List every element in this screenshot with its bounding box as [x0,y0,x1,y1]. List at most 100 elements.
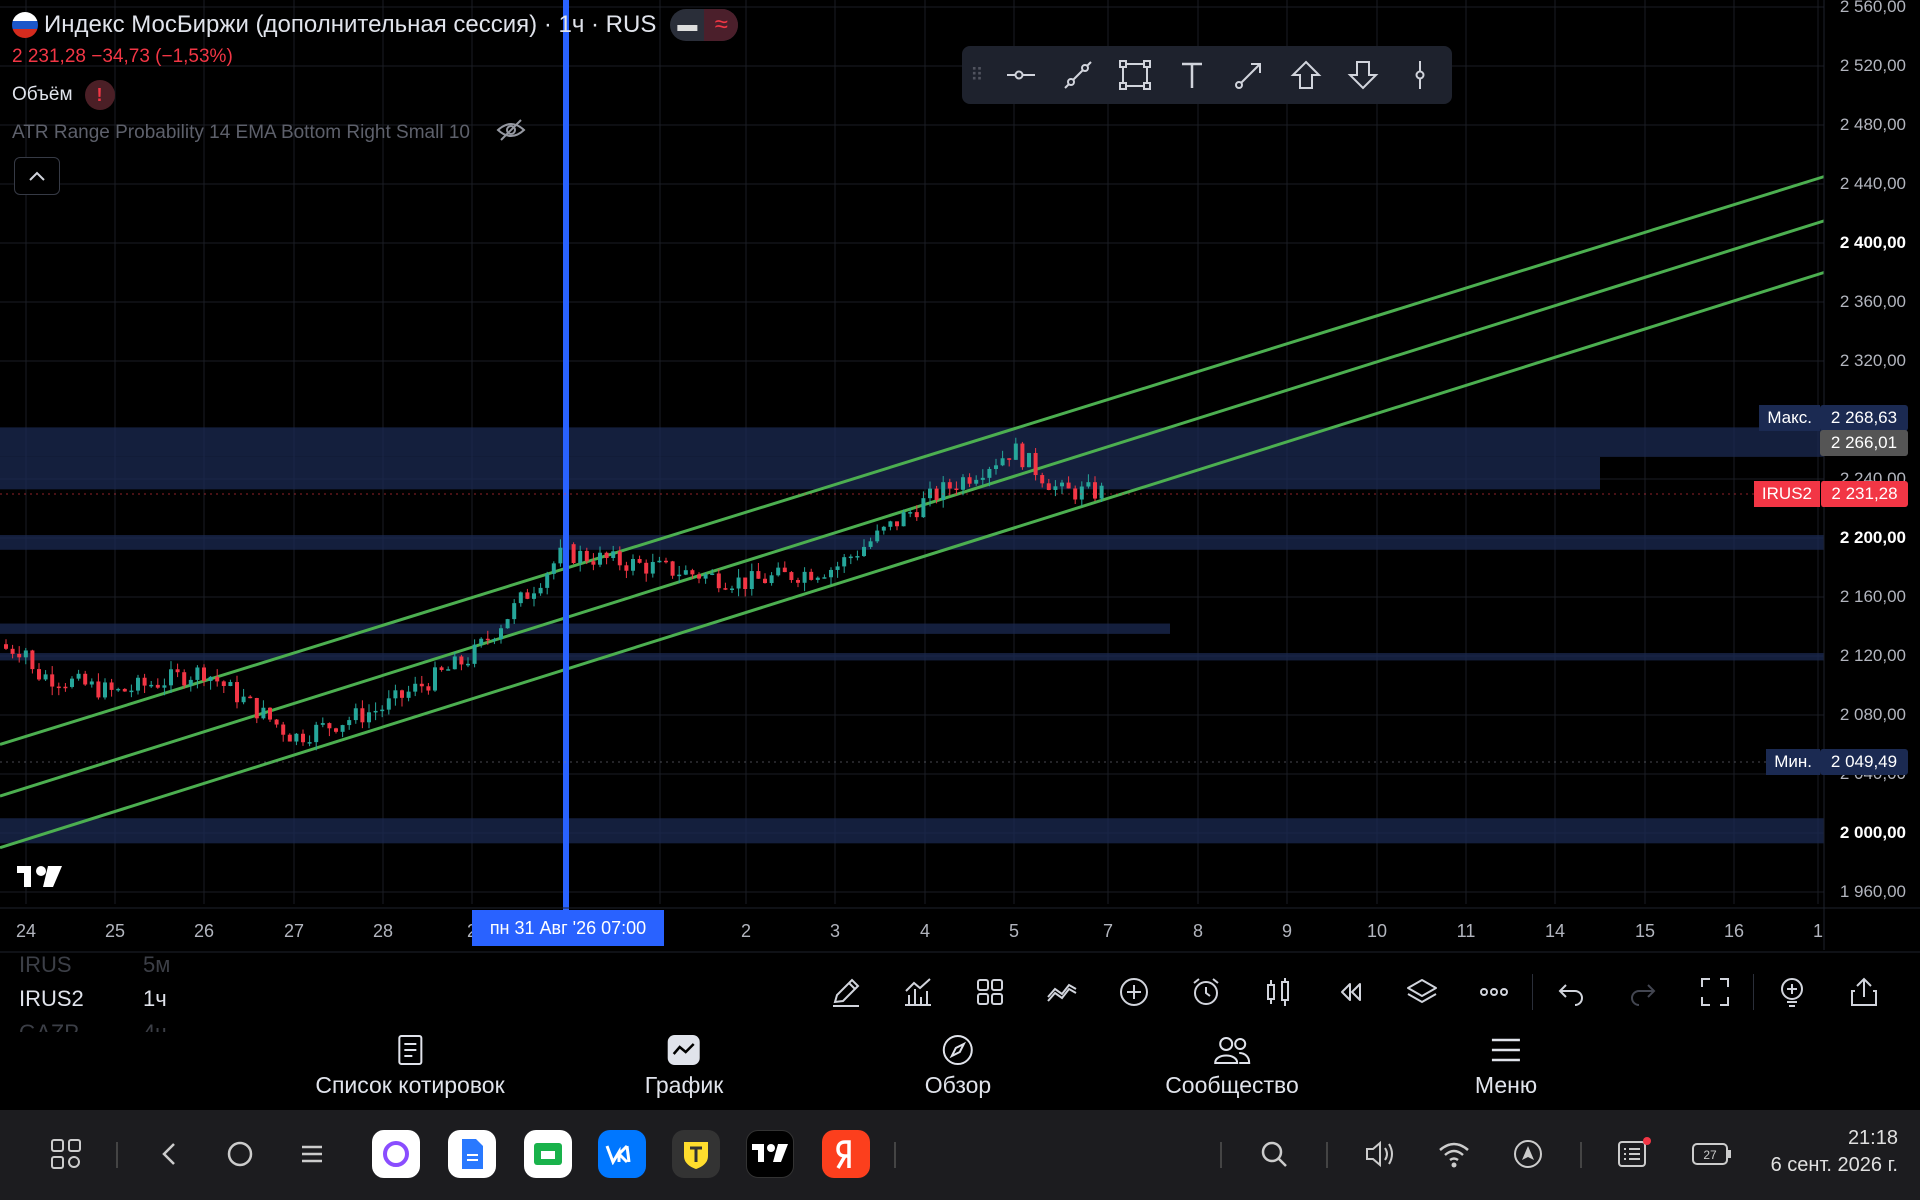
volume-indicator-row[interactable]: Объём ! [12,80,738,110]
candle-body [756,571,761,579]
candle-body [782,567,787,573]
candle-body [644,562,649,574]
price-axis-label: 2 160,00 [1839,587,1906,606]
candle-body [697,574,701,579]
redo-button[interactable] [1607,962,1679,1022]
time-axis-label: 14 [1544,921,1566,941]
text-tool[interactable] [1163,46,1220,104]
candle-body [736,577,741,589]
candle-body [1033,453,1038,476]
arrow-up-icon [1290,60,1321,89]
recents-button[interactable] [288,1130,336,1178]
chart-toolbar [810,962,1900,1022]
home-button[interactable] [216,1130,264,1178]
redo-icon [1631,984,1656,1006]
trend-line-tool[interactable] [1049,46,1106,104]
nav-chart[interactable]: График [645,1032,723,1099]
channel-line[interactable] [0,271,1825,850]
symbol-title[interactable]: Индекс МосБиржи (дополнительная сессия) … [44,11,656,39]
nav-menu[interactable]: Меню [1475,1032,1537,1099]
zoom-in-button[interactable] [1756,962,1828,1022]
vertical-line-tool[interactable] [1391,46,1448,104]
watchlist-picker[interactable]: IRUS5м IRUS21ч GAZP4ч [0,948,240,1032]
wifi-button[interactable] [1430,1130,1478,1178]
draw-button[interactable] [810,962,882,1022]
candle-body [202,667,206,681]
share-button[interactable] [1828,962,1900,1022]
volume-icon [1366,1140,1393,1168]
candle-body [512,603,517,620]
system-clock[interactable]: 21:18 6 сент. 2026 г. [1771,1127,1898,1177]
presentation-app-icon[interactable] [524,1130,572,1178]
candle-body [155,684,160,688]
nav-community[interactable]: Сообщество [1165,1032,1299,1099]
nav-overview[interactable]: Обзор [925,1032,991,1099]
channel-line[interactable] [0,219,1825,798]
candle-body [538,587,543,594]
candle-body [261,707,266,719]
atr-indicator-row[interactable]: ATR Range Probability 14 EMA Bottom Righ… [12,118,738,148]
candle-body [650,561,655,574]
candle-body [492,639,497,641]
candle-body [254,697,259,719]
candle-body [809,571,814,580]
status-pill[interactable]: ▬ ≈ [670,9,739,41]
drag-handle-icon[interactable]: ⠿ [962,65,992,86]
watchlist-item[interactable]: GAZP4ч [0,1016,240,1032]
fullscreen-button[interactable] [1679,962,1751,1022]
alert-button[interactable] [1170,962,1242,1022]
templates-button[interactable] [954,962,1026,1022]
candle-body [802,571,807,583]
collapse-legend-button[interactable] [14,157,60,195]
layers-button[interactable] [1386,962,1458,1022]
navigation-icon [1514,1140,1542,1168]
horizontal-ray-tool[interactable] [992,46,1049,104]
candle-body [426,686,431,691]
search-button[interactable] [1250,1130,1298,1178]
rectangle-tool[interactable] [1106,46,1163,104]
candle-body [532,593,536,599]
arrow-up-tool[interactable] [1277,46,1334,104]
watchlist-item[interactable]: IRUS 5м [0,948,240,982]
undo-button[interactable] [1535,962,1607,1022]
docs-app-icon[interactable] [448,1130,496,1178]
eye-hidden-icon[interactable] [496,118,526,148]
notifications-button[interactable] [1610,1130,1658,1178]
chart-type-button[interactable] [1242,962,1314,1022]
compare-button[interactable] [1026,962,1098,1022]
alice-app-icon[interactable] [372,1130,420,1178]
candle-body [142,677,147,686]
tbank-app-icon[interactable] [672,1130,720,1178]
candle-body [149,684,154,687]
price-axis-label: 2 520,00 [1839,56,1906,75]
candle-body [584,550,589,562]
watchlist-item-active[interactable]: IRUS2 1ч [0,982,240,1016]
candle-body [974,479,979,484]
candle-body [17,653,22,658]
candle-body [690,570,695,575]
battery-icon: 27 [1692,1143,1731,1165]
candle-body [624,565,629,571]
candle-body [195,667,200,680]
volume-button[interactable] [1356,1130,1404,1178]
yandex-app-icon[interactable] [822,1130,870,1178]
nav-quotes[interactable]: Список котировок [315,1032,505,1099]
location-button[interactable] [1504,1130,1552,1178]
tradingview-app-icon[interactable] [746,1130,794,1178]
arrow-tool[interactable] [1220,46,1277,104]
app-grid-button[interactable] [42,1130,90,1178]
add-symbol-button[interactable] [1098,962,1170,1022]
candle-body [842,557,847,567]
vk-app-icon[interactable] [598,1130,646,1178]
candle-body [235,682,239,703]
candle-body [136,677,140,691]
battery-indicator[interactable]: 27 [1684,1130,1740,1178]
more-button[interactable] [1458,962,1530,1022]
indicators-button[interactable] [882,962,954,1022]
symbol-title-row[interactable]: Индекс МосБиржи (дополнительная сессия) … [12,8,739,42]
arrow-down-tool[interactable] [1334,46,1391,104]
warning-icon[interactable]: ! [84,80,115,110]
replay-button[interactable] [1314,962,1386,1022]
candle-body [868,541,873,547]
back-button[interactable] [146,1130,194,1178]
